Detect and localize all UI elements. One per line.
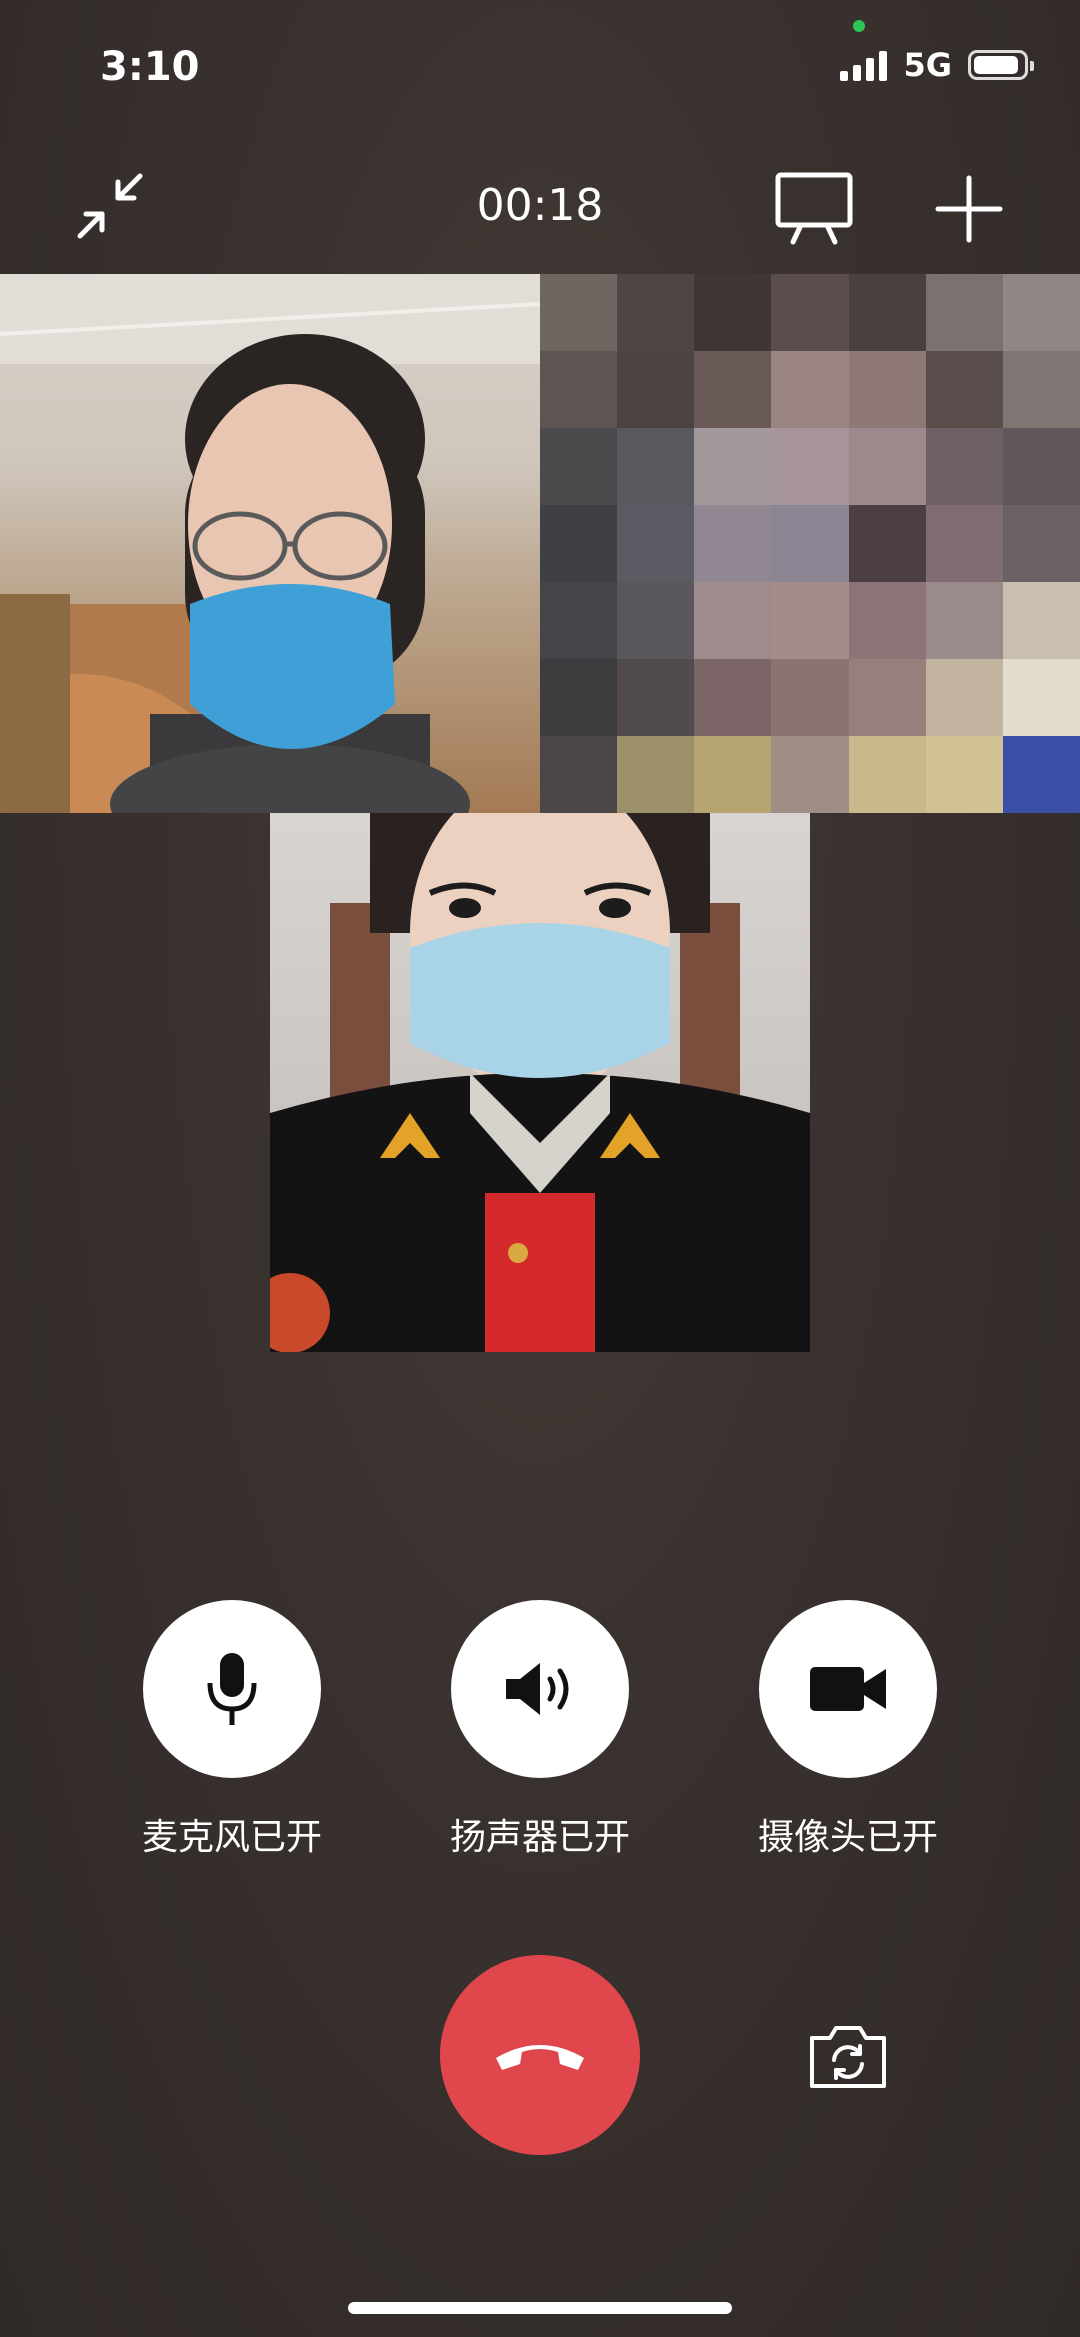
network-type: 5G <box>903 46 952 84</box>
participant-video-2[interactable] <box>540 274 1080 813</box>
plus-icon <box>935 175 1003 243</box>
camera-in-use-indicator <box>853 20 865 32</box>
microphone-icon <box>207 1653 257 1725</box>
speaker-icon <box>506 1663 569 1715</box>
status-time: 3:10 <box>100 44 200 90</box>
home-indicator[interactable] <box>348 2302 732 2314</box>
call-duration: 00:18 <box>476 180 604 231</box>
camera-control: 摄像头已开 <box>758 1600 938 1860</box>
speaker-status-label: 扬声器已开 <box>449 1817 630 1858</box>
signal-icon <box>840 49 888 81</box>
speaker-control: 扬声器已开 <box>450 1600 630 1860</box>
battery-icon <box>968 50 1034 80</box>
video-camera-icon <box>810 1667 886 1711</box>
video-feed-3 <box>270 813 810 1352</box>
microphone-status-label: 麦克风已开 <box>141 1817 322 1858</box>
status-indicators: 5G <box>840 46 1034 84</box>
hang-up-button[interactable] <box>440 1955 640 2155</box>
camera-flip-icon <box>810 2026 886 2088</box>
speaker-toggle-button[interactable] <box>451 1600 629 1778</box>
add-participant-button[interactable] <box>930 170 1008 248</box>
video-feed-1 <box>0 274 540 813</box>
switch-camera-button[interactable] <box>806 2020 890 2092</box>
camera-status-label: 摄像头已开 <box>757 1817 938 1858</box>
microphone-control: 麦克风已开 <box>142 1600 322 1860</box>
pixelated-video-feed <box>540 274 1080 813</box>
participant-video-1[interactable] <box>0 274 540 813</box>
participant-video-3[interactable] <box>270 813 810 1352</box>
presentation-icon <box>775 172 853 245</box>
camera-toggle-button[interactable] <box>759 1600 937 1778</box>
microphone-toggle-button[interactable] <box>143 1600 321 1778</box>
screen-share-button[interactable] <box>773 170 855 248</box>
phone-hangup-icon <box>496 2045 584 2070</box>
